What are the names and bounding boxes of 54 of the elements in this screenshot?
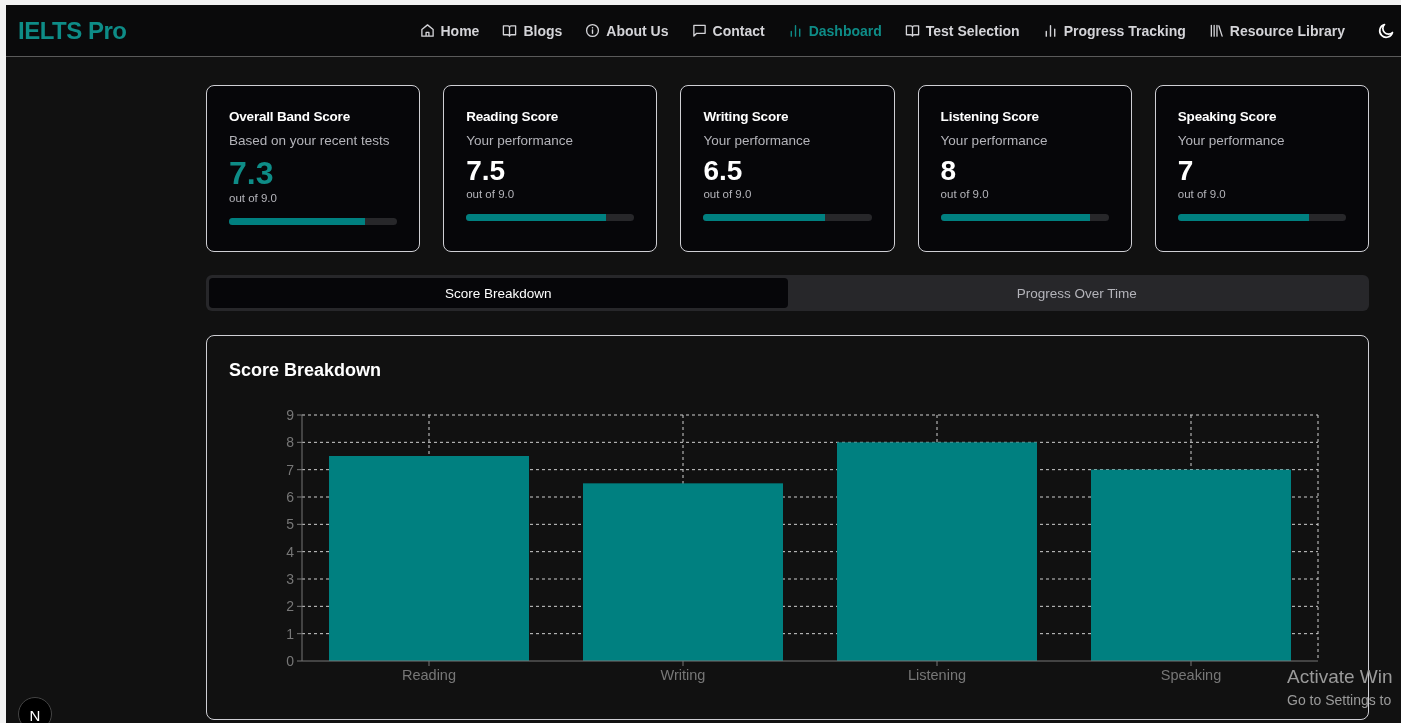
x-tick-label: Reading [402,667,456,683]
y-tick-label: 2 [286,598,294,615]
book-icon [904,23,920,38]
y-tick-label: 4 [286,543,294,560]
info-icon [585,23,601,38]
card-subtitle: Your performance [940,133,1049,148]
card-subtitle: Based on your recent tests [229,133,391,148]
nav-link[interactable]: Blogs [502,22,563,39]
card-subtitle: Your performance [1177,133,1286,148]
tab[interactable]: Score Breakdown [209,278,788,308]
score-note: out of 9.0 [466,187,516,200]
home-icon [419,23,435,38]
y-tick-label: 1 [286,625,294,642]
nav-link[interactable]: Dashboard [787,22,882,39]
tab[interactable]: Progress Over Time [787,278,1366,308]
y-tick-label: 0 [286,653,294,669]
score-note: out of 9.0 [940,187,990,200]
y-tick-label: 6 [286,489,294,505]
y-tick-label: 7 [286,461,294,478]
score-value: 8 [940,156,958,187]
y-tick-label: 3 [286,571,294,587]
book-icon [502,23,518,38]
logo[interactable]: IELTS Pro [18,16,127,45]
moon-icon[interactable] [1377,21,1395,40]
score-value: 6.5 [703,156,744,187]
nav-link[interactable]: Home [419,22,480,39]
card-subtitle: Your performance [466,133,574,148]
card-title: Speaking Score [1177,109,1278,124]
chart-title: Score Breakdown [228,359,383,381]
y-tick-label: 5 [286,516,294,533]
card-title: Reading Score [466,109,560,124]
score-value: 7 [1177,156,1195,187]
card-title: Listening Score [940,109,1040,124]
score-value: 7.5 [466,156,507,187]
y-tick-label: 9 [286,407,294,423]
x-tick-label: Speaking [1160,667,1222,683]
nav-link[interactable]: Progress Tracking [1042,22,1186,39]
x-tick-label: Listening [908,667,966,683]
y-tick-label: 8 [286,434,294,451]
score-note: out of 9.0 [1177,187,1227,200]
dev-badge[interactable]: N [18,697,52,723]
score-note: out of 9.0 [703,187,753,200]
nav-link[interactable]: Resource Library [1208,22,1345,39]
score-value: 7.3 [229,156,275,192]
card-title: Overall Band Score [229,109,351,124]
chat-bubble-icon [691,23,707,38]
nav-link[interactable]: About Us [585,22,669,39]
books-icon [1208,23,1224,38]
nav-link[interactable]: Test Selection [904,22,1020,39]
card-subtitle: Your performance [703,133,812,148]
nav-link[interactable]: Contact [691,22,765,39]
x-tick-label: Writing [660,667,706,683]
score-note: out of 9.0 [229,192,278,205]
card-title: Writing Score [703,109,790,124]
